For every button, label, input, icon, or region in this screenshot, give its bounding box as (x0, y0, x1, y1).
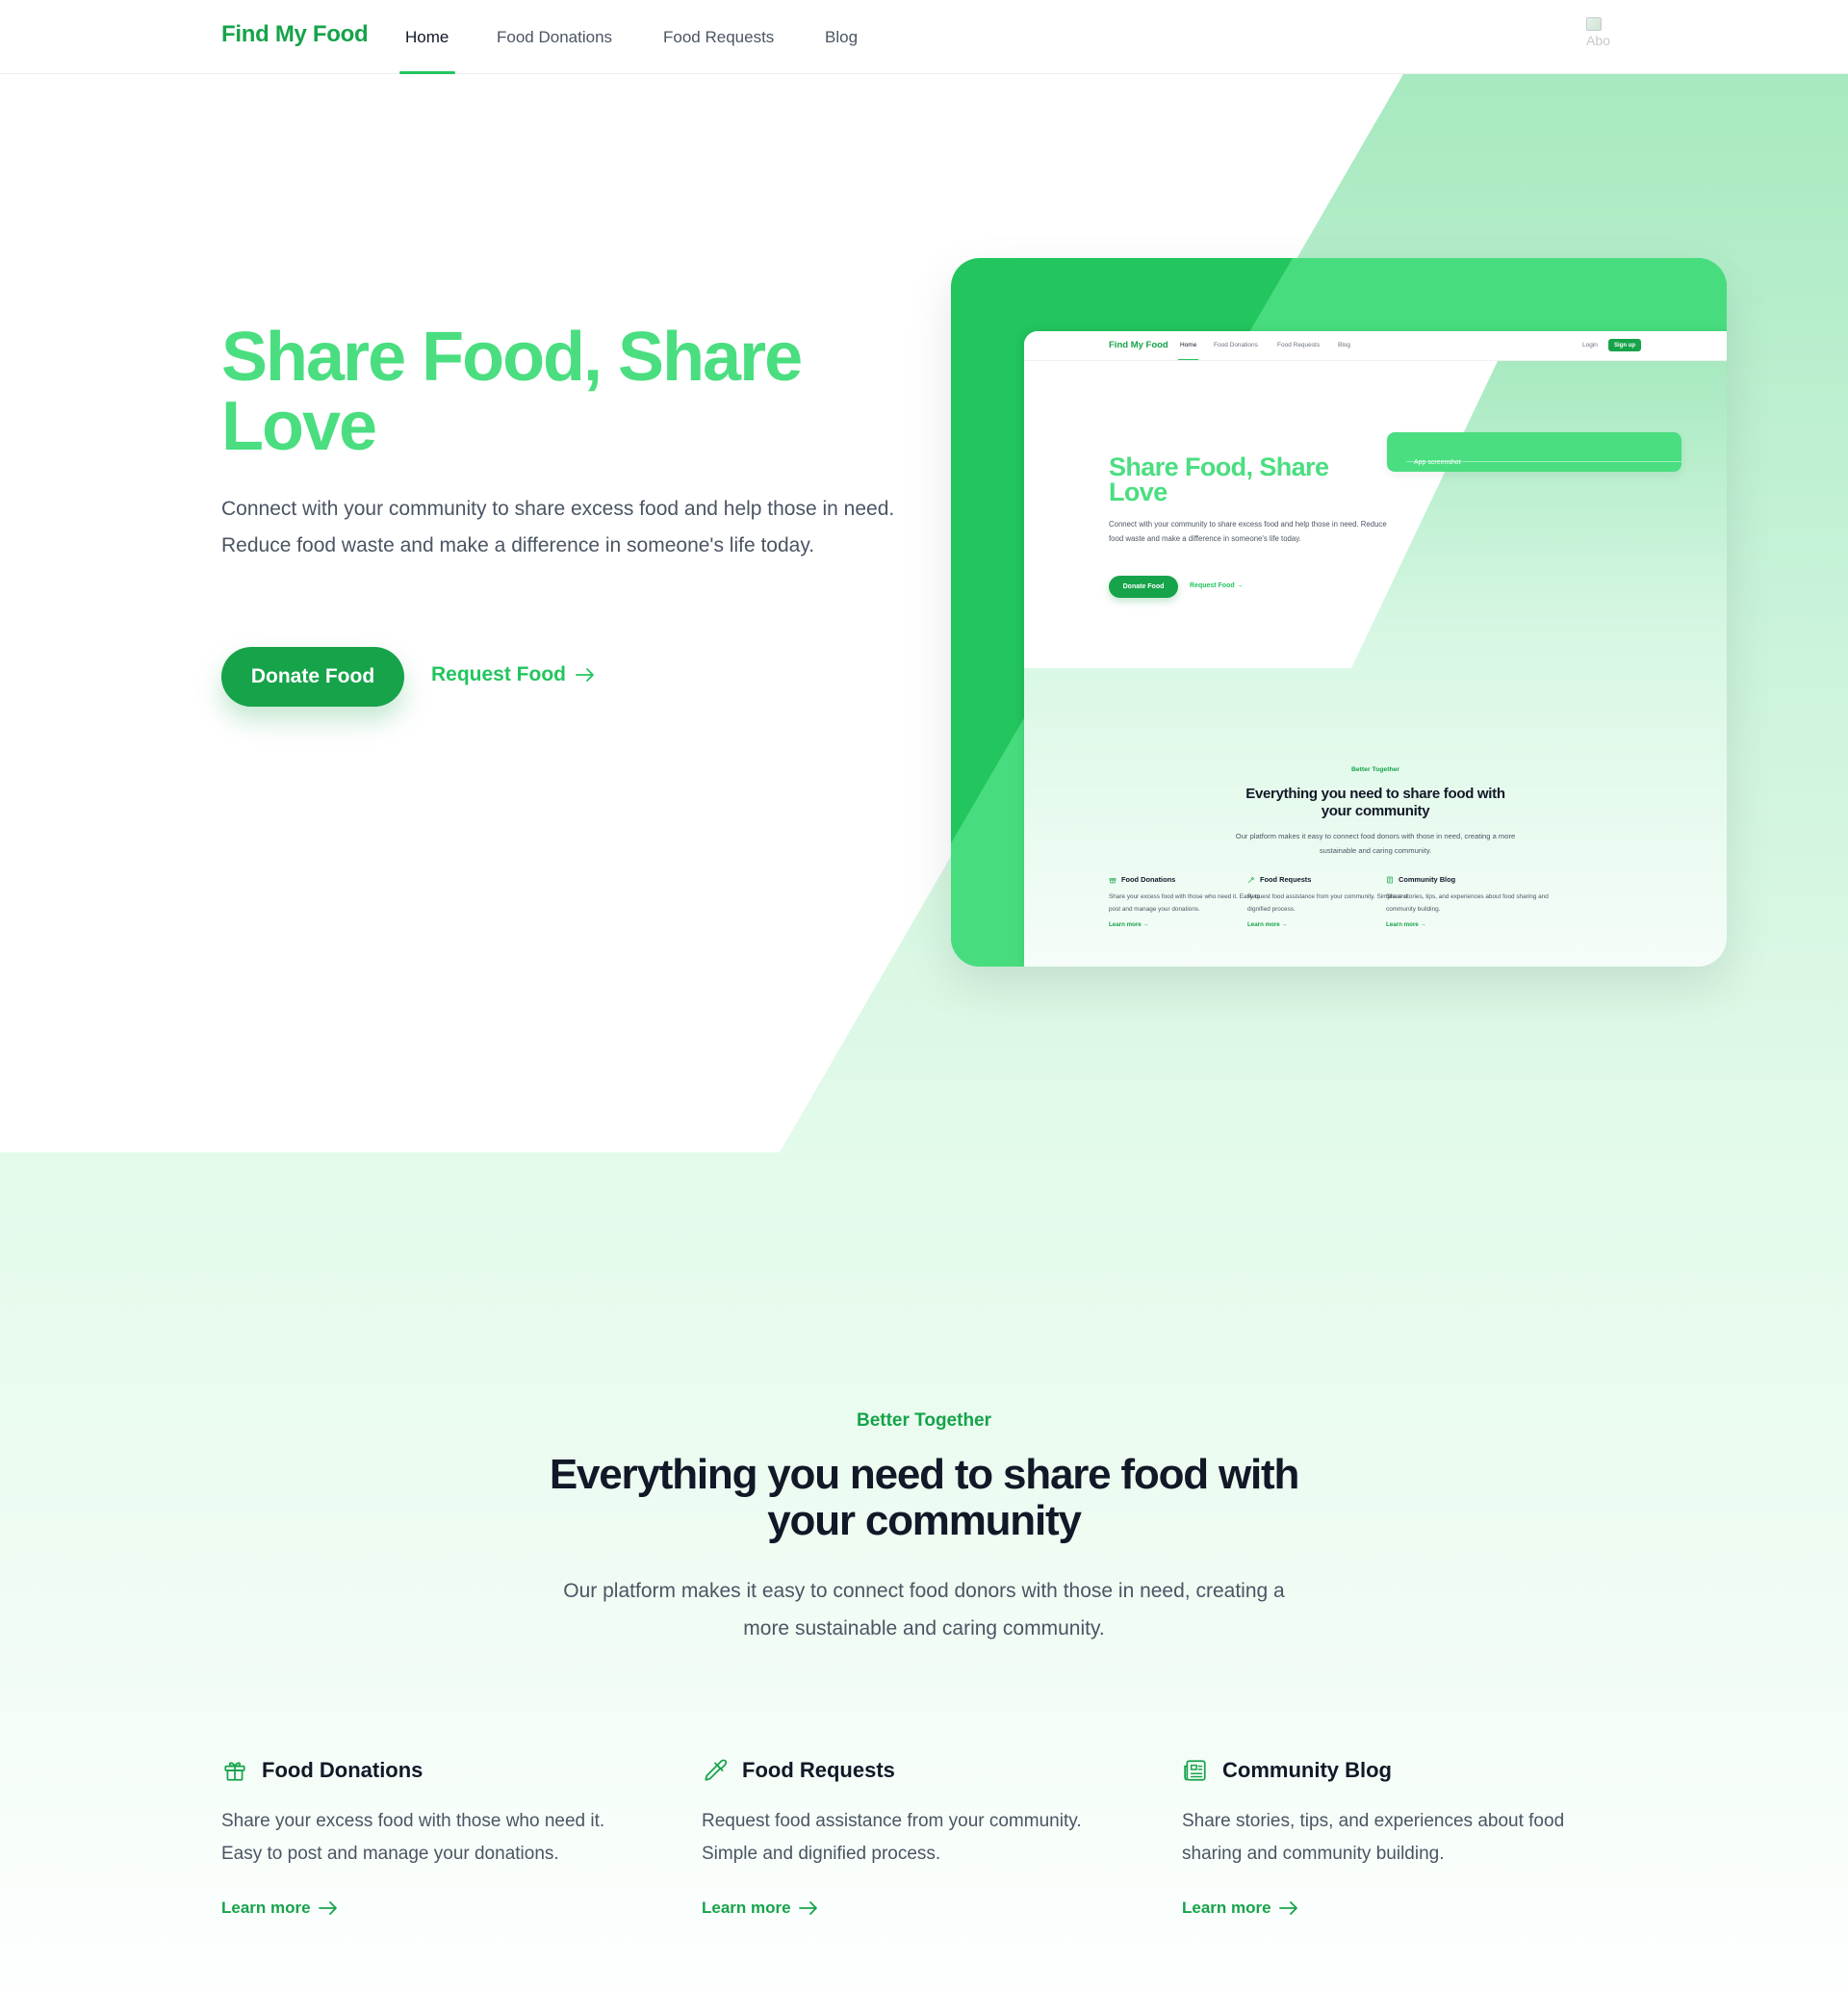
screenshot-feature-title: Community Blog (1399, 875, 1456, 884)
learn-more-link[interactable]: Learn more (221, 1899, 338, 1918)
feature-title: Food Donations (262, 1758, 424, 1782)
screenshot-feature-description: Share stories, tips, and experiences abo… (1386, 893, 1549, 913)
screenshot-request-link: Request Food → (1190, 582, 1244, 589)
brand-logo[interactable]: Find My Food (221, 21, 369, 48)
nav-item-food-donations[interactable]: Food Donations (497, 28, 612, 47)
screenshot-hero-title: Share Food, Share Love (1109, 452, 1329, 506)
top-navbar: Find My Food Home Food Donations Food Re… (0, 0, 1848, 74)
screenshot-nav-food-requests: Food Requests (1277, 342, 1321, 349)
section-heading: Everything you need to share food with y… (549, 1451, 1299, 1544)
screenshot-hero-description: Connect with your community to share exc… (1109, 520, 1387, 543)
nav-item-blog[interactable]: Blog (825, 28, 858, 47)
screenshot-nav-blog: Blog (1338, 342, 1351, 349)
request-food-label: Request Food (431, 663, 566, 685)
feature-description: Share stories, tips, and experiences abo… (1182, 1811, 1565, 1864)
section-eyebrow: Better Together (856, 1410, 992, 1431)
newspaper-icon (1387, 876, 1393, 883)
request-food-link[interactable]: Request Food (431, 663, 595, 686)
screenshot-nav-food-donations: Food Donations (1214, 342, 1258, 349)
app-screenshot-frame: Find My Food Home Food Donations Food Re… (951, 258, 1727, 967)
pipette-icon (1248, 876, 1255, 883)
screenshot-navbar: Find My Food Home Food Donations Food Re… (1024, 331, 1727, 361)
section-subheading: Our platform makes it easy to connect fo… (563, 1580, 1285, 1640)
feature-title: Community Blog (1222, 1758, 1392, 1782)
app-screenshot: Find My Food Home Food Donations Food Re… (1024, 331, 1727, 967)
gift-icon (221, 1757, 248, 1784)
feature-description: Request food assistance from your commun… (702, 1811, 1082, 1864)
screenshot-feature-blog: Community Blog Share stories, tips, and … (1386, 875, 1550, 928)
feature-card-food-requests: Food Requests Request food assistance fr… (702, 1757, 1125, 1918)
feature-description: Share your excess food with those who ne… (221, 1811, 605, 1864)
learn-more-label: Learn more (221, 1899, 311, 1917)
screenshot-donate-button: Donate Food (1109, 576, 1178, 598)
nested-image-alt-text: App screenshot (1414, 459, 1461, 466)
feature-card-community-blog: Community Blog Share stories, tips, and … (1182, 1757, 1605, 1918)
broken-image-icon (1586, 17, 1602, 31)
learn-more-label: Learn more (702, 1899, 791, 1917)
screenshot-nav-home: Home (1180, 342, 1197, 349)
screenshot-feature-link: Learn more → (1386, 921, 1426, 928)
learn-more-link[interactable]: Learn more (1182, 1899, 1298, 1918)
screenshot-background-shape (1024, 361, 1727, 967)
arrow-right-icon (798, 1901, 817, 1915)
nav-item-home[interactable]: Home (405, 28, 449, 47)
screenshot-section-heading: Everything you need to share food with y… (1245, 786, 1505, 819)
screenshot-nested-image: App screenshot (1387, 432, 1681, 472)
donate-food-button[interactable]: Donate Food (221, 647, 404, 707)
arrow-right-icon (1278, 1901, 1297, 1915)
pipette-icon (702, 1757, 729, 1784)
feature-card-food-donations: Food Donations Share your excess food wi… (221, 1757, 645, 1918)
arrow-right-icon (318, 1901, 337, 1915)
nav-active-indicator (399, 71, 455, 74)
screenshot-feature-title: Food Donations (1121, 875, 1176, 884)
screenshot-nav-indicator (1178, 359, 1198, 360)
learn-more-link[interactable]: Learn more (702, 1899, 818, 1918)
screenshot-feature-title: Food Requests (1260, 875, 1312, 884)
nav-item-food-requests[interactable]: Food Requests (663, 28, 774, 47)
learn-more-label: Learn more (1182, 1899, 1271, 1917)
hero-section: Share Food, Share Love Connect with your… (0, 74, 1848, 1152)
user-avatar[interactable]: Abo (1586, 17, 1619, 56)
hero-title: Share Food, Share Love (221, 319, 803, 465)
screenshot-section-subheading: Our platform makes it easy to connect fo… (1235, 832, 1516, 855)
screenshot-eyebrow: Better Together (1350, 766, 1400, 773)
screenshot-signup-button: Sign up (1608, 339, 1641, 351)
avatar-alt-text: Abo (1586, 33, 1610, 48)
screenshot-brand-logo: Find My Food (1109, 340, 1168, 350)
arrow-right-icon (576, 668, 594, 682)
feature-title: Food Requests (742, 1758, 895, 1782)
screenshot-login-link: Login (1582, 342, 1598, 349)
newspaper-icon (1182, 1757, 1209, 1784)
hero-description: Connect with your community to share exc… (221, 498, 895, 556)
gift-icon (1109, 877, 1116, 883)
